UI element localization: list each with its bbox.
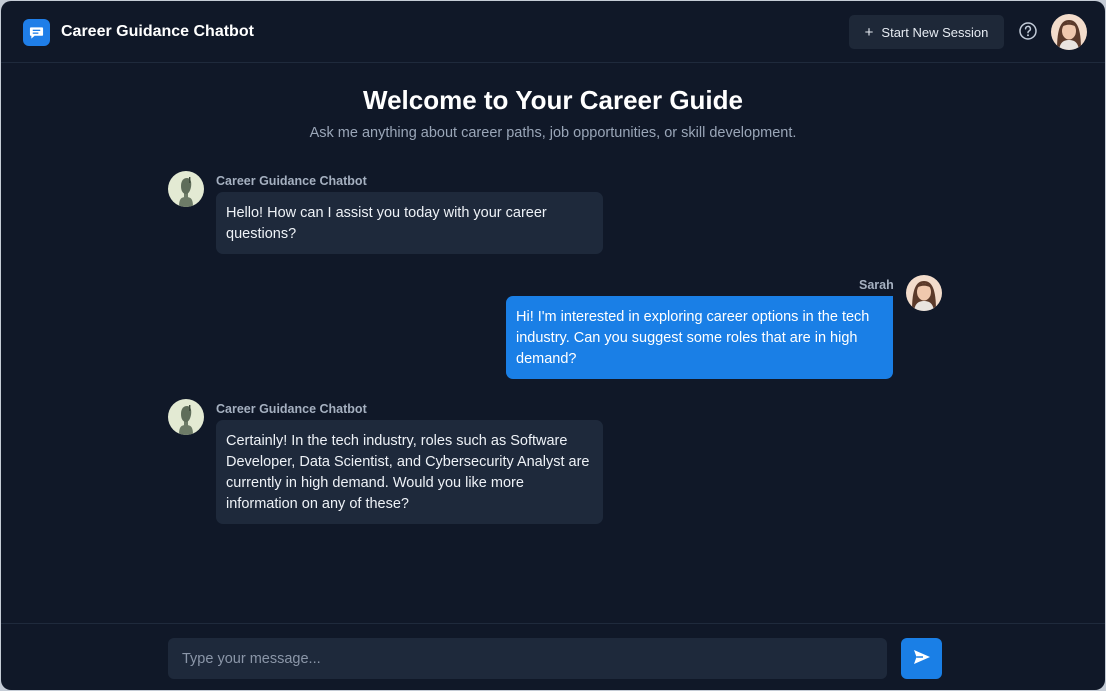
bot-avatar [168,399,204,435]
plus-icon: + [864,23,874,41]
start-new-session-button[interactable]: + Start New Session [849,15,1004,49]
bot-message-bubble: Hello! How can I assist you today with y… [216,192,603,254]
message-sender: Sarah [859,278,894,292]
header-bar: Career Guidance Chatbot + Start New Sess… [1,1,1105,63]
help-circle-icon[interactable] [1018,21,1038,41]
welcome-subtitle: Ask me anything about career paths, job … [309,125,797,141]
start-new-session-label: Start New Session [881,24,989,40]
user-message-bubble: Hi! I'm interested in exploring career o… [506,296,893,379]
message-sender: Career Guidance Chatbot [216,402,367,416]
chat-bubble-icon [23,19,50,46]
message-input[interactable] [168,638,887,679]
send-button[interactable] [901,638,942,679]
app-title: Career Guidance Chatbot [61,23,254,40]
chat-app-window: Career Guidance Chatbot + Start New Sess… [1,1,1105,690]
user-message-avatar [906,275,942,311]
bot-message-bubble: Certainly! In the tech industry, roles s… [216,420,603,524]
bot-avatar [168,171,204,207]
user-avatar[interactable] [1051,14,1087,50]
message-sender: Career Guidance Chatbot [216,174,367,188]
send-icon [912,647,932,670]
welcome-title: Welcome to Your Career Guide [363,85,743,115]
